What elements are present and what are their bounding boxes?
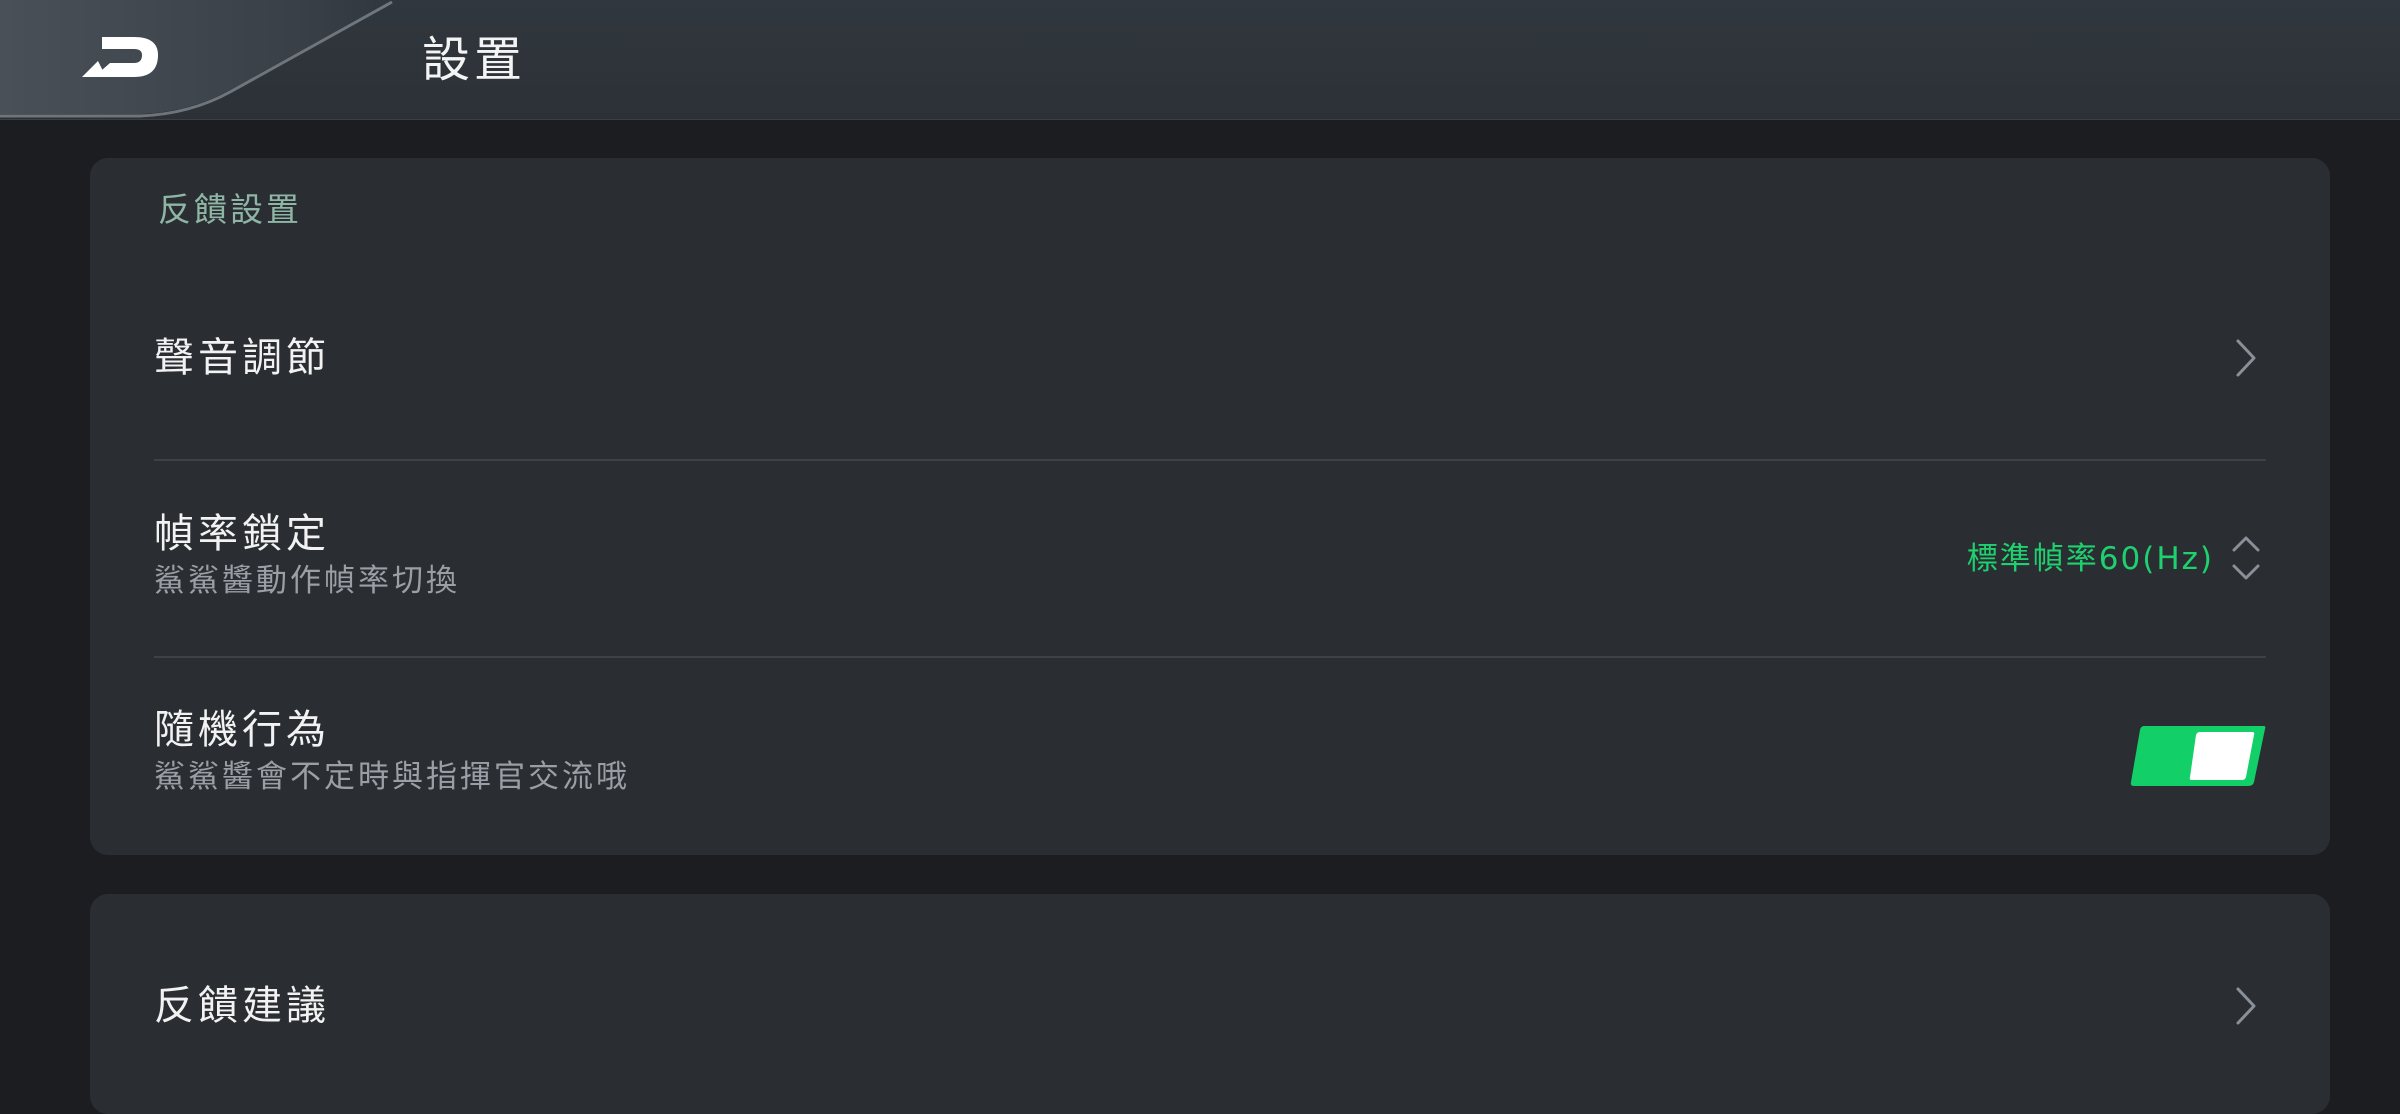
- back-button[interactable]: [72, 28, 172, 88]
- back-arrow-icon: [82, 37, 158, 77]
- chevron-up-down-icon[interactable]: [2226, 530, 2266, 586]
- feedback-settings-card: 反饋設置 聲音調節 幀率鎖定 鯊鯊醬動作幀率切換 標準幀率60(Hz) 隨機行為…: [90, 158, 2330, 855]
- random-behavior-row: 隨機行為 鯊鯊醬會不定時與指揮官交流哦: [154, 704, 2266, 814]
- random-behavior-label: 隨機行為: [154, 707, 330, 753]
- top-bar: 設置: [0, 0, 2400, 120]
- chevron-right-icon: [2226, 332, 2266, 384]
- divider: [154, 656, 2266, 658]
- section-label: 反饋設置: [158, 190, 302, 229]
- back-tab-decoration: [0, 0, 393, 118]
- divider: [154, 459, 2266, 461]
- frame-rate-value[interactable]: 標準幀率60(Hz): [1967, 538, 2214, 580]
- sound-adjustment-row[interactable]: 聲音調節: [154, 318, 2266, 398]
- feedback-suggestions-row[interactable]: 反饋建議: [154, 966, 2266, 1046]
- sound-adjustment-label: 聲音調節: [154, 335, 330, 381]
- random-behavior-toggle[interactable]: [2130, 726, 2266, 786]
- frame-rate-lock-label: 幀率鎖定: [154, 511, 330, 557]
- random-behavior-description: 鯊鯊醬會不定時與指揮官交流哦: [154, 759, 630, 795]
- frame-rate-lock-description: 鯊鯊醬動作幀率切換: [154, 563, 460, 599]
- page-title: 設置: [422, 32, 527, 88]
- feedback-suggestions-label: 反饋建議: [154, 983, 330, 1029]
- frame-rate-lock-row[interactable]: 幀率鎖定 鯊鯊醬動作幀率切換 標準幀率60(Hz): [154, 508, 2266, 618]
- chevron-right-icon: [2226, 980, 2266, 1032]
- feedback-card: 反饋建議: [90, 894, 2330, 1114]
